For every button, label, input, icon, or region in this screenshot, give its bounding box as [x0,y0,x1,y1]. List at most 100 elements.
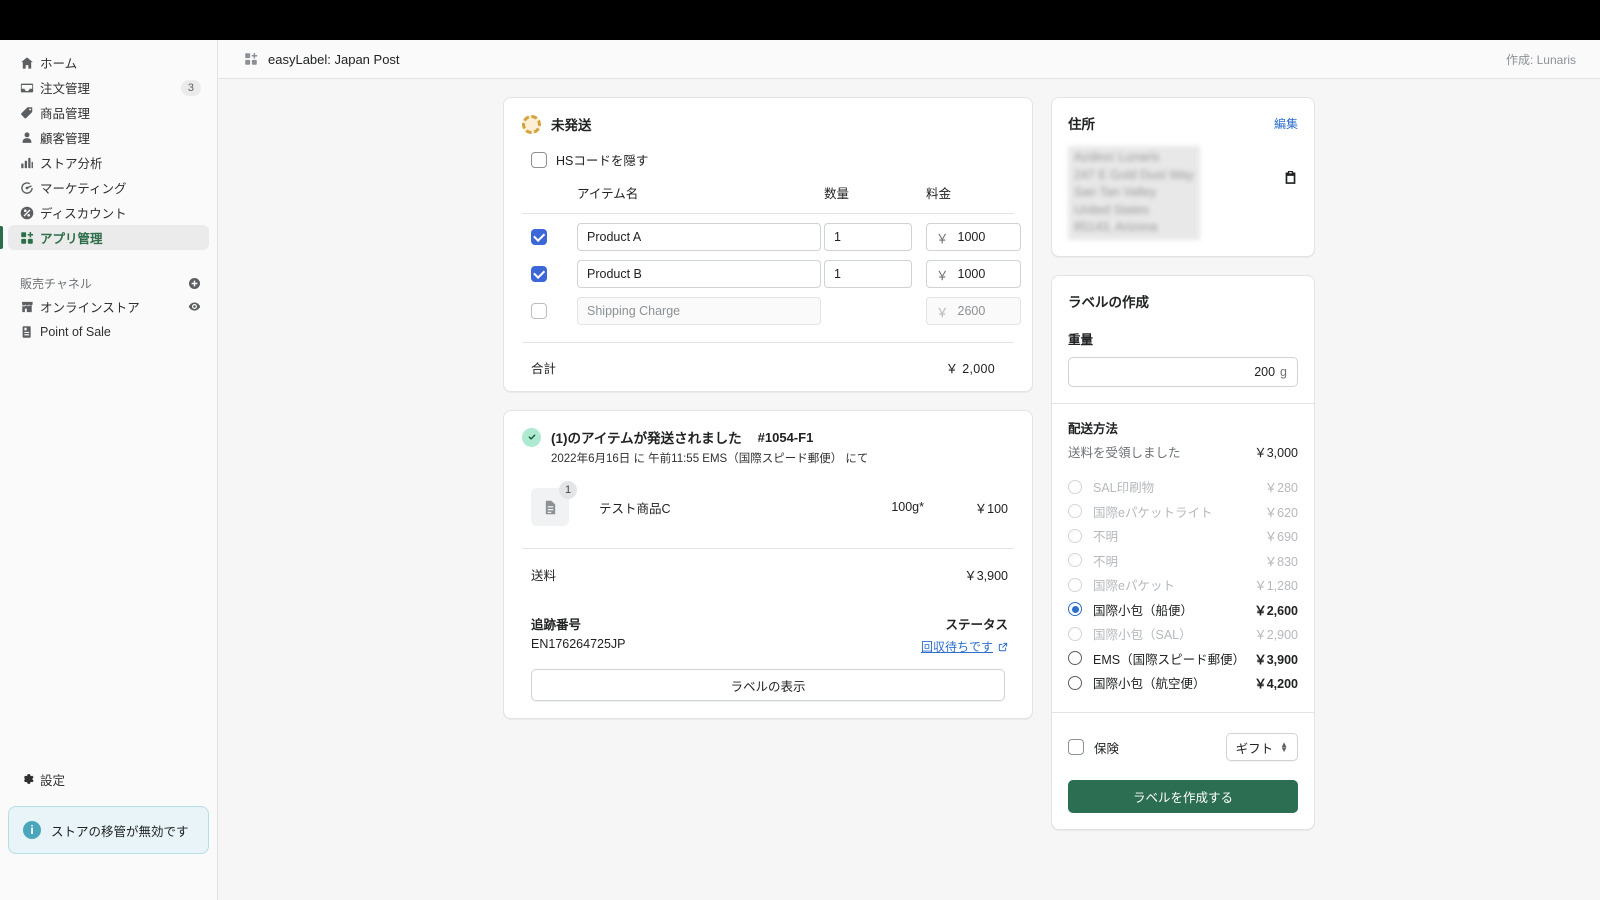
fulfilled-item-weight: 100g* [891,500,924,514]
option-price: ￥2,600 [1254,603,1298,618]
table-row: Product A 1 ￥ 1000 [522,214,1021,251]
item-price-value: 1000 [957,230,986,244]
marketing-icon [20,181,40,195]
fulfilled-subtitle: 2022年6月16日 に 午前11:55 EMS（国際スピード郵便） にて [551,453,869,465]
sidebar-item-marketing[interactable]: マーケティング [8,175,209,200]
shipping-option[interactable]: SAL印刷物 ￥280 [1068,475,1298,500]
radio-icon [1068,675,1082,690]
item-thumbnail-wrapper: 1 [531,481,577,526]
tracking-number: EN176264725JP [531,637,626,651]
add-channel-icon[interactable] [188,277,201,290]
option-label: 国際小包（航空便） [1093,677,1206,692]
item-name-input[interactable]: Product B [577,260,821,288]
item-qty-input[interactable]: 1 [824,223,912,251]
status-block: ステータス 回収待ちです [921,614,1008,655]
package-type-select[interactable]: ギフト ▲ ▼ [1225,733,1298,761]
sidebar-footer: 設定 i ストアの移管が無効です [0,766,217,900]
shipping-option[interactable]: 国際小包（航空便） ￥4,200 [1068,671,1298,696]
hide-hs-code-label: HSコードを隠す [556,154,649,168]
shipping-option[interactable]: 国際eパケット ￥1,280 [1068,573,1298,598]
status-badge: 未発送 [551,118,592,133]
shipping-charge-input[interactable]: Shipping Charge [577,297,821,325]
sidebar-item-online-store[interactable]: オンラインストア [8,294,209,319]
sidebar-item-analytics[interactable]: ストア分析 [8,150,209,175]
shipping-charge-value: 2600 [957,304,986,318]
fulfilled-item-name: テスト商品C [599,501,671,516]
item-qty-input[interactable]: 1 [824,260,912,288]
radio-icon [1068,553,1082,568]
fulfilled-card: (1)のアイテムが発送されました #1054-F1 2022年6月16日 に 午… [503,410,1033,719]
item-price-input[interactable]: ￥ 1000 [926,223,1021,251]
store-icon [20,300,40,314]
insurance-checkbox[interactable] [1068,739,1084,755]
total-label: 合計 [531,362,557,376]
shipping-charge-price-input[interactable]: ￥ 2600 [926,297,1021,325]
shipping-option[interactable]: 不明 ￥690 [1068,524,1298,549]
address-text: Azdevc Lunaris 247 E Gold Dust Way San T… [1068,146,1200,240]
radio-icon [1068,651,1082,666]
row-select-checkbox[interactable] [531,229,547,245]
hide-hs-code-row[interactable]: HSコードを隠す [522,150,1014,169]
sidebar-item-label: ディスカウント [40,207,127,221]
orders-count-badge: 3 [180,79,201,96]
weight-label: 重量 [1068,332,1094,347]
item-price-input[interactable]: ￥ 1000 [926,260,1021,288]
sidebar-item-label: ホーム [40,57,78,71]
copy-clipboard-icon[interactable] [1283,146,1298,240]
sidebar-item-label: Point of Sale [40,324,111,339]
apps-icon [20,231,40,245]
total-value: ￥ 2,000 [945,362,995,376]
weight-value: 200 [1254,364,1276,379]
weight-unit: g [1280,364,1287,379]
shipping-option[interactable]: 不明 ￥830 [1068,548,1298,573]
sidebar-item-orders[interactable]: 注文管理 3 [8,75,209,100]
collected-shipping-value: ￥3,000 [1254,445,1298,460]
row-select-checkbox[interactable] [531,266,547,282]
sidebar-item-products[interactable]: 商品管理 [8,100,209,125]
header-item-name: アイテム名 [577,187,639,201]
shipping-option[interactable]: 国際eパケットライト ￥620 [1068,499,1298,524]
label-creation-card: ラベルの作成 重量 200 g 配送方法 送料を受領しました ￥3,000 SA… [1051,274,1315,830]
address-line: Azdevc Lunaris [1074,150,1160,164]
tracking-status-link[interactable]: 回収待ちです [921,638,1008,655]
row-select-checkbox[interactable] [531,303,547,319]
external-link-icon [998,642,1008,652]
preview-eye-icon[interactable] [188,300,201,313]
sidebar-item-apps[interactable]: アプリ管理 [0,225,209,250]
orders-icon [20,81,40,95]
customers-icon [20,131,40,145]
shipping-option-selected[interactable]: 国際小包（船便） ￥2,600 [1068,597,1298,622]
shipping-option[interactable]: 国際小包（SAL） ￥2,900 [1068,622,1298,647]
shipping-options-list: SAL印刷物 ￥280 国際eパケットライト ￥620 不明 ￥690 不明 ￥830 … [1068,475,1298,696]
option-price: ￥280 [1264,481,1298,496]
sidebar-item-home[interactable]: ホーム [8,50,209,75]
item-name-input[interactable]: Product A [577,223,821,251]
currency-symbol: ￥ [936,268,949,283]
option-price: ￥620 [1264,505,1298,520]
option-label: EMS（国際スピード郵便） [1093,652,1246,667]
sidebar-item-label: 注文管理 [40,82,91,96]
apps-icon [244,52,258,66]
sidebar-item-settings[interactable]: 設定 [8,766,209,792]
content-area: 未発送 HSコードを隠す アイテム名 数量 料金 Product A 1 ￥ 1… [218,79,1600,900]
tracking-status-text: 回収待ちです [920,640,993,654]
main-column: 未発送 HSコードを隠す アイテム名 数量 料金 Product A 1 ￥ 1… [503,97,1033,830]
weight-input[interactable]: 200 g [1068,356,1298,387]
option-price: ￥830 [1264,554,1298,569]
app-topbar: easyLabel: Japan Post 作成: Lunaris [218,40,1600,79]
chevron-updown-icon: ▲ ▼ [1280,740,1288,754]
sidebar-item-label: ストア分析 [40,157,103,171]
sidebar-section-sales-channels: 販売チャネル [0,272,217,294]
sidebar-item-point-of-sale[interactable]: Point of Sale [8,319,209,344]
create-label-button[interactable]: ラベルを作成する [1068,780,1298,813]
sidebar-item-discounts[interactable]: ディスカウント [8,200,209,225]
sidebar-item-customers[interactable]: 顧客管理 [8,125,209,150]
view-label-button[interactable]: ラベルの表示 [531,669,1005,701]
radio-icon [1068,479,1082,494]
address-body: Azdevc Lunaris 247 E Gold Dust Way San T… [1068,146,1298,240]
shipping-option[interactable]: EMS（国際スピード郵便） ￥3,900 [1068,646,1298,671]
edit-address-link[interactable]: 編集 [1274,115,1298,132]
store-transfer-notice: i ストアの移管が無効です [8,806,209,854]
hide-hs-code-checkbox[interactable] [531,151,547,168]
option-label: 国際eパケット [1093,579,1175,594]
